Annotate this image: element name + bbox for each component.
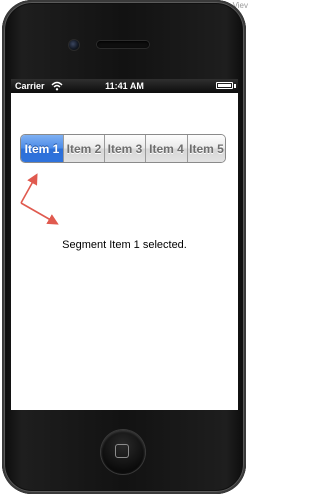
camera-icon <box>69 40 79 50</box>
arrow-to-message <box>20 202 59 225</box>
iphone-device: Viev Carrier 11:41 AM Item 1 Item 2 Item… <box>0 0 250 494</box>
arrow-to-segment <box>20 173 38 204</box>
selection-message: Segment Item 1 selected. <box>62 239 187 251</box>
screen: Carrier 11:41 AM Item 1 Item 2 Item 3 It… <box>11 79 238 410</box>
home-square-icon <box>115 444 129 458</box>
speaker-grille <box>97 41 149 48</box>
home-button[interactable] <box>101 430 145 474</box>
